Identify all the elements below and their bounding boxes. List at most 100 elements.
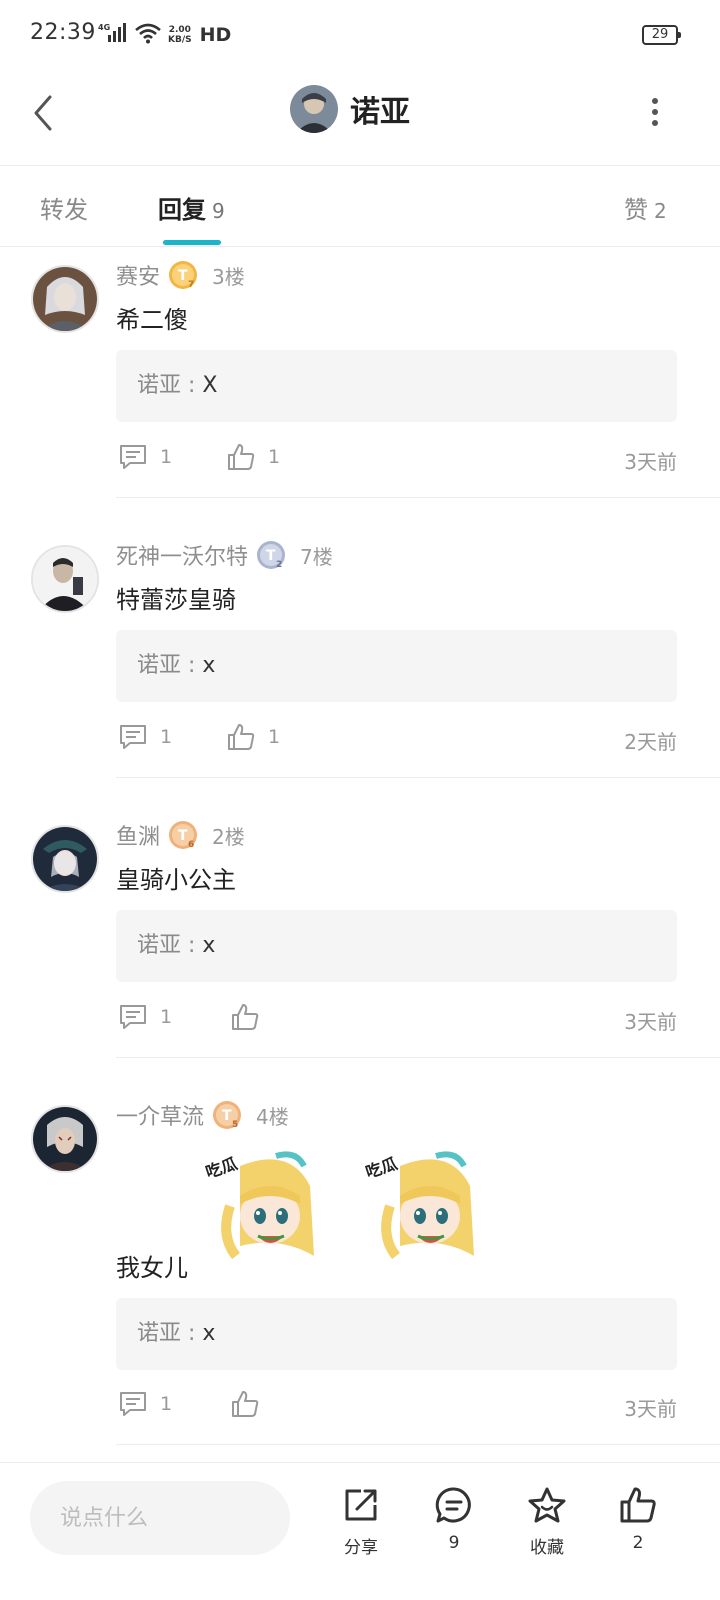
quote-author: 诺亚 — [137, 373, 182, 398]
quote-text: x — [202, 653, 216, 678]
cellular-signal-icon: 4G — [98, 22, 128, 48]
like-button[interactable]: 1 — [226, 722, 280, 752]
tab-like-label: 赞 — [624, 196, 648, 224]
divider — [116, 777, 720, 778]
comment-icon — [120, 725, 146, 749]
quote-author: 诺亚 — [137, 933, 182, 958]
share-label: 分享 — [344, 1538, 378, 1558]
level-badge-icon: T 6 — [168, 820, 198, 850]
more-options-button[interactable] — [640, 92, 670, 132]
comments-count: 9 — [448, 1533, 460, 1553]
floor-number: 4楼 — [256, 1104, 289, 1129]
star-icon — [528, 1487, 566, 1523]
quoted-post[interactable]: 诺亚 : x — [116, 630, 677, 702]
avatar[interactable] — [31, 825, 99, 893]
tab-like[interactable]: 赞2 — [624, 190, 667, 225]
quoted-post[interactable]: 诺亚 : X — [116, 350, 677, 422]
timestamp: 3天前 — [624, 450, 677, 474]
comment-input[interactable] — [30, 1481, 290, 1555]
quote-separator: : — [181, 653, 203, 678]
divider — [116, 1444, 720, 1445]
action-row: 1 1 3天前 — [116, 442, 677, 482]
quote-author: 诺亚 — [137, 653, 182, 678]
svg-text:6: 6 — [188, 840, 194, 850]
more-vertical-icon — [652, 98, 658, 126]
like-button[interactable] — [230, 1389, 272, 1419]
quote-author: 诺亚 — [137, 1321, 182, 1346]
thumbs-up-icon — [232, 1391, 259, 1417]
quote-separator: : — [181, 1321, 203, 1346]
svg-text:5: 5 — [232, 1120, 238, 1130]
level-badge-icon: T 2 — [256, 540, 286, 570]
status-bar: 22:39 4G 2.00 KB/S HD 29 — [0, 0, 720, 70]
svg-text:T: T — [178, 268, 188, 284]
like-button[interactable] — [230, 1002, 272, 1032]
sticker-image[interactable]: 吃瓜 — [360, 1146, 480, 1276]
user-line: 鱼渊 T 6 2楼 — [116, 818, 245, 852]
user-line: 一介草流 T 5 4楼 — [116, 1098, 289, 1132]
reply-text: 我女儿 — [116, 1254, 188, 1282]
like-button[interactable]: 1 — [226, 442, 280, 472]
quote-text: X — [202, 373, 218, 398]
tab-like-count: 2 — [654, 199, 667, 223]
reply-text: 特蕾莎皇骑 — [116, 586, 236, 614]
quote-separator: : — [181, 933, 203, 958]
comment-button[interactable]: 1 — [118, 442, 172, 472]
tab-reply-label: 回复 — [158, 196, 206, 224]
favorite-button[interactable]: 收藏 — [517, 1485, 577, 1558]
avatar[interactable] — [31, 265, 99, 333]
quote-text: x — [202, 1321, 216, 1346]
svg-text:7: 7 — [188, 280, 194, 290]
avatar[interactable] — [290, 85, 338, 133]
comment-count: 1 — [160, 1393, 173, 1415]
sticker-image[interactable]: 吃瓜 — [200, 1146, 320, 1276]
tab-bar: 转发 回复 9 赞2 — [0, 165, 720, 247]
svg-text:2: 2 — [276, 560, 282, 570]
like-post-button[interactable]: 2 — [608, 1485, 668, 1553]
back-button[interactable] — [28, 88, 58, 138]
user-name[interactable]: 赛安 — [116, 259, 160, 291]
page-title: 诺亚 — [350, 95, 410, 130]
favorite-label: 收藏 — [530, 1538, 564, 1558]
tab-reply[interactable]: 回复 9 — [158, 190, 225, 225]
quoted-post[interactable]: 诺亚 : x — [116, 910, 677, 982]
floor-number: 2楼 — [212, 824, 245, 849]
divider — [116, 1057, 720, 1058]
user-name[interactable]: 鱼渊 — [116, 819, 160, 851]
user-name[interactable]: 死神一沃尔特 — [116, 539, 248, 571]
avatar[interactable] — [31, 1105, 99, 1173]
status-time: 22:39 — [30, 20, 96, 45]
timestamp: 2天前 — [624, 730, 677, 754]
comments-button[interactable]: 9 — [424, 1485, 484, 1553]
quoted-post[interactable]: 诺亚 : x — [116, 1298, 677, 1370]
user-name[interactable]: 一介草流 — [116, 1099, 204, 1131]
avatar[interactable] — [31, 545, 99, 613]
svg-text:T: T — [222, 1108, 232, 1124]
user-line: 死神一沃尔特 T 2 7楼 — [116, 538, 333, 572]
action-row: 1 3天前 — [116, 1389, 677, 1429]
comment-icon — [120, 445, 146, 469]
quote-separator: : — [181, 373, 203, 398]
share-button[interactable]: 分享 — [331, 1485, 391, 1558]
chat-bubble-icon — [435, 1487, 471, 1523]
comment-count: 1 — [160, 1006, 173, 1028]
comment-button[interactable]: 1 — [118, 722, 172, 752]
network-speed: 2.00 KB/S — [168, 25, 192, 45]
comment-button[interactable]: 1 — [118, 1002, 172, 1032]
comment-button[interactable]: 1 — [118, 1389, 172, 1419]
svg-text:吃瓜: 吃瓜 — [363, 1154, 399, 1182]
svg-text:4G: 4G — [98, 23, 110, 32]
battery-icon: 29 — [642, 25, 681, 45]
action-row: 1 3天前 — [116, 1002, 677, 1042]
user-line: 赛安 T 7 3楼 — [116, 258, 245, 292]
title-group: 诺亚 — [290, 85, 410, 133]
tab-forward[interactable]: 转发 — [40, 190, 88, 225]
battery-level: 29 — [651, 27, 669, 42]
svg-text:吃瓜: 吃瓜 — [203, 1154, 239, 1182]
network-speed-value: 2.00 — [168, 25, 191, 35]
comment-icon — [120, 1005, 146, 1029]
like-count: 1 — [268, 446, 281, 468]
thumbs-up-icon — [620, 1487, 656, 1523]
reply-text: 希二傻 — [116, 306, 188, 334]
timestamp: 3天前 — [624, 1397, 677, 1421]
